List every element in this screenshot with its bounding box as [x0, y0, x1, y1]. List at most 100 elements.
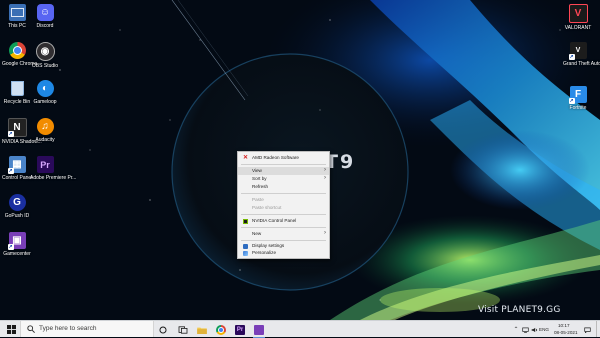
nvidia-icon: N↗	[8, 118, 27, 137]
gopush-icon: G	[9, 194, 26, 211]
chevron-right-icon: ›	[324, 230, 326, 236]
tray-network[interactable]	[521, 321, 529, 338]
personalize-icon	[243, 251, 248, 256]
desktop-icon-label: Google Chrome	[2, 61, 32, 67]
desktop-icon-fortnite[interactable]: F↗ Fortnite	[563, 86, 593, 111]
gamecenter-icon	[254, 325, 264, 335]
chevron-right-icon: ›	[324, 167, 326, 173]
tray-notifications[interactable]	[582, 321, 592, 338]
desktop-icon-gta[interactable]: V↗ Grand Theft Auto V	[563, 42, 593, 67]
obs-icon: ◉	[36, 42, 55, 61]
chrome-icon	[216, 325, 226, 335]
menu-separator	[241, 227, 326, 228]
desktop-icon-gopush[interactable]: G GoPush ID	[2, 194, 32, 219]
volume-icon	[531, 327, 538, 333]
desktop-icon-label: Control Panel	[2, 175, 32, 181]
gta-icon: V↗	[570, 42, 587, 59]
desktop-icon-gameloop[interactable]: ◐ Gameloop	[30, 80, 60, 105]
chrome-icon	[9, 42, 26, 59]
gamecenter-icon: ▣↗	[9, 232, 26, 249]
tray-clock[interactable]: 10:17 08-05-2021	[554, 321, 580, 338]
menu-item-view[interactable]: View ›	[238, 167, 329, 175]
desktop[interactable]: ET9 Visit PLANET9.GG This PC Google Chro…	[0, 0, 600, 320]
fortnite-icon: F↗	[570, 86, 587, 103]
desktop-icon-obs[interactable]: ◉ OBS Studio	[30, 42, 60, 69]
clock-time: 10:17	[558, 323, 570, 328]
gameloop-icon: ◐	[37, 80, 54, 97]
premiere-icon: Pr	[37, 156, 54, 173]
desktop-icon-label: Gamecenter	[2, 251, 32, 257]
desktop-icon-label: Discord	[30, 23, 60, 29]
visit-planet9-text: Visit PLANET9.GG	[478, 305, 561, 315]
desktop-icon-gamecenter[interactable]: ▣↗ Gamecenter	[2, 232, 32, 257]
task-view-icon	[178, 326, 188, 334]
windows-icon	[7, 325, 16, 334]
menu-item-nvidia-control-panel[interactable]: NVIDIA Control Panel	[238, 217, 329, 225]
menu-item-personalize[interactable]: Personalize	[238, 249, 329, 257]
discord-icon: ☺	[37, 4, 54, 21]
desktop-icon-label: OBS Studio	[30, 63, 60, 69]
taskbar-gamecenter[interactable]	[252, 321, 266, 338]
premiere-icon: Pr	[235, 325, 245, 335]
desktop-icon-chrome[interactable]: Google Chrome	[2, 42, 32, 67]
notification-icon	[584, 327, 591, 333]
desktop-icon-label: Adobe Premiere Pr...	[30, 175, 60, 181]
desktop-icon-label: NVIDIA Shadow...	[2, 139, 32, 145]
desktop-icon-this-pc[interactable]: This PC	[2, 4, 32, 29]
file-explorer-icon	[197, 326, 207, 334]
computer-icon	[9, 4, 26, 21]
nvidia-control-panel-icon	[243, 219, 248, 224]
desktop-icon-label: This PC	[2, 23, 32, 29]
desktop-context-menu: ✕ AMD Radeon Software View › Sort by › R…	[237, 151, 330, 259]
menu-item-paste-shortcut[interactable]: Paste shortcut	[238, 204, 329, 212]
taskbar-file-explorer[interactable]	[195, 321, 209, 338]
taskbar-search[interactable]: Type here to search	[20, 321, 154, 337]
search-icon	[27, 325, 35, 333]
menu-item-amd-radeon[interactable]: ✕ AMD Radeon Software	[238, 154, 329, 162]
menu-separator	[241, 193, 326, 194]
tray-overflow[interactable]: ⌃	[512, 321, 520, 338]
valorant-icon: V	[569, 4, 588, 23]
clock-date: 08-05-2021	[554, 330, 578, 335]
desktop-icon-premiere[interactable]: Pr Adobe Premiere Pr...	[30, 156, 60, 181]
menu-separator	[241, 214, 326, 215]
chevron-up-icon: ⌃	[513, 326, 518, 333]
show-desktop-button[interactable]	[596, 321, 600, 337]
desktop-icon-nvidia[interactable]: N↗ NVIDIA Shadow...	[2, 118, 32, 145]
taskbar-premiere[interactable]: Pr	[233, 321, 247, 338]
desktop-icon-control-panel[interactable]: ▦↗ Control Panel	[2, 156, 32, 181]
menu-item-paste[interactable]: Paste	[238, 196, 329, 204]
display-settings-icon	[243, 244, 248, 249]
audacity-icon: ♫	[37, 118, 54, 135]
desktop-icon-label: Gameloop	[30, 99, 60, 105]
desktop-icon-label: Fortnite	[563, 105, 593, 111]
desktop-icon-discord[interactable]: ☺ Discord	[30, 4, 60, 29]
desktop-icon-valorant[interactable]: V VALORANT	[563, 4, 593, 31]
taskbar-chrome[interactable]	[214, 321, 228, 338]
desktop-icon-label: Grand Theft Auto V	[563, 61, 593, 67]
chevron-right-icon: ›	[324, 175, 326, 181]
control-panel-icon: ▦↗	[9, 156, 26, 173]
taskbar: Type here to search Pr ⌃ ENG 10:17 08-05…	[0, 320, 600, 337]
desktop-icon-audacity[interactable]: ♫ Audacity	[30, 118, 60, 143]
desktop-icon-label: Audacity	[30, 137, 60, 143]
search-placeholder: Type here to search	[39, 325, 96, 332]
menu-item-new[interactable]: New ›	[238, 230, 329, 238]
menu-separator	[241, 164, 326, 165]
recycle-bin-icon	[9, 80, 26, 97]
desktop-icon-label: GoPush ID	[2, 213, 32, 219]
start-button[interactable]	[3, 321, 19, 338]
desktop-icon-label: VALORANT	[563, 25, 593, 31]
menu-item-refresh[interactable]: Refresh	[238, 183, 329, 191]
desktop-icon-recycle-bin[interactable]: Recycle Bin	[2, 80, 32, 105]
cortana-icon	[159, 326, 167, 334]
amd-radeon-icon: ✕	[243, 156, 248, 161]
language-indicator[interactable]: ENG	[539, 327, 549, 332]
desktop-icon-label: Recycle Bin	[2, 99, 32, 105]
network-icon	[522, 327, 529, 333]
tray-volume[interactable]	[530, 321, 538, 338]
menu-separator	[241, 240, 326, 241]
taskbar-cortana[interactable]	[156, 321, 170, 338]
taskbar-task-view[interactable]	[176, 321, 190, 338]
menu-item-sort-by[interactable]: Sort by ›	[238, 175, 329, 183]
